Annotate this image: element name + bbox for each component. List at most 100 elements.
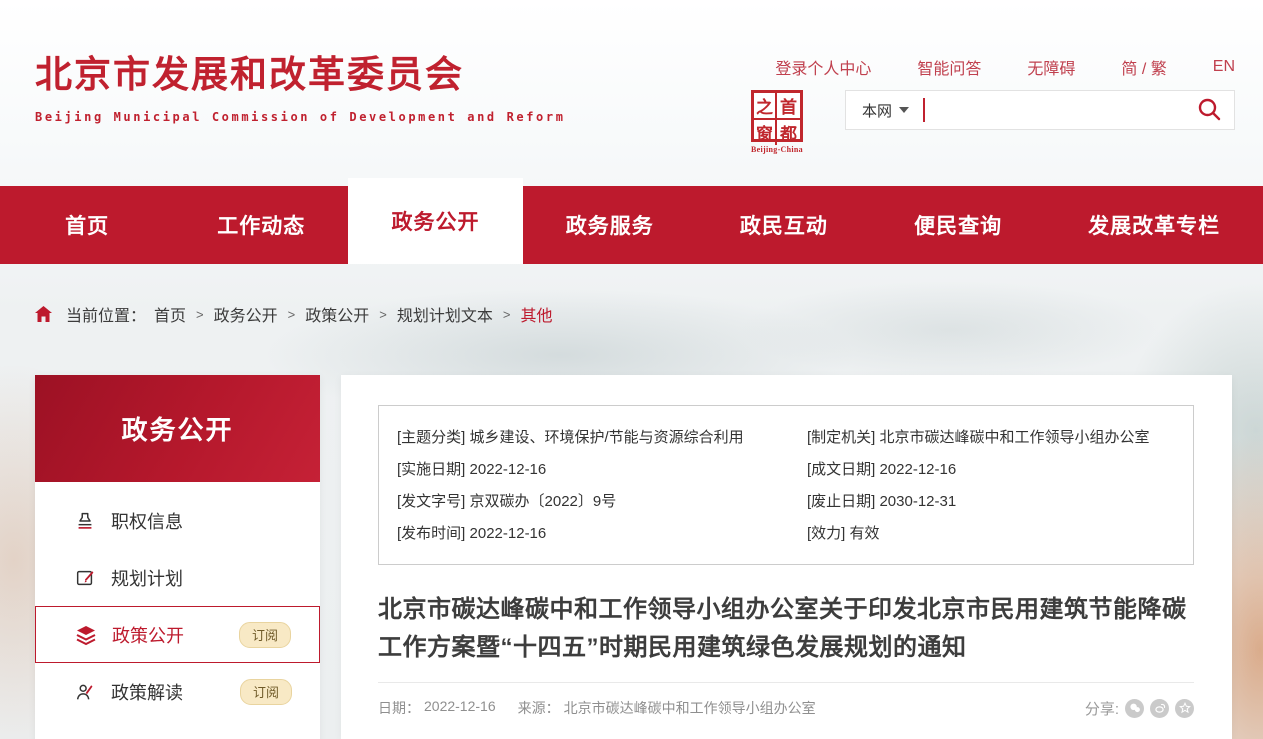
nav-item-reform-special-column[interactable]: 发展改革专栏 bbox=[1045, 186, 1263, 264]
nav-item-work-updates[interactable]: 工作动态 bbox=[174, 186, 348, 264]
meta-implementation-date: [实施日期] 2022-12-16 bbox=[397, 454, 807, 486]
meta-label: [主题分类] bbox=[397, 429, 465, 446]
breadcrumb-home[interactable]: 首页 bbox=[154, 302, 186, 326]
meta-value: 2022-12-16 bbox=[879, 461, 956, 478]
article-title: 北京市碳达峰碳中和工作领导小组办公室关于印发北京市民用建筑节能降碳工作方案暨“十… bbox=[378, 591, 1194, 667]
site-header: 北京市发展和改革委员会 Beijing Municipal Commission… bbox=[0, 0, 1263, 186]
nav-item-government-services[interactable]: 政务服务 bbox=[523, 186, 697, 264]
source-value: 北京市碳达峰碳中和工作领导小组办公室 bbox=[564, 698, 816, 718]
breadcrumb-current-other: 其他 bbox=[520, 302, 552, 326]
site-logo[interactable]: 北京市发展和改革委员会 Beijing Municipal Commission… bbox=[35, 44, 566, 124]
login-personal-center-link[interactable]: 登录个人中心 bbox=[775, 55, 871, 79]
subscribe-button[interactable]: 订阅 bbox=[239, 622, 291, 648]
breadcrumb-separator: > bbox=[501, 307, 513, 322]
article-info-row: 日期： 2022-12-16 来源： 北京市碳达峰碳中和工作领导小组办公室 分享… bbox=[378, 683, 1194, 733]
nav-item-convenience-inquiry[interactable]: 便民查询 bbox=[871, 186, 1045, 264]
sidebar-item-authority-info[interactable]: 职权信息 bbox=[35, 492, 320, 549]
seal-char: 窗 bbox=[754, 120, 777, 145]
meta-label: [效力] bbox=[807, 525, 845, 542]
simplified-traditional-toggle[interactable]: 简 / 繁 bbox=[1121, 55, 1166, 79]
weibo-share-icon[interactable] bbox=[1150, 699, 1169, 718]
sidebar-item-label: 政府信息公开 bbox=[111, 736, 219, 739]
nav-item-government-disclosure[interactable]: 政务公开 bbox=[348, 178, 522, 264]
sidebar-item-planning[interactable]: 规划计划 bbox=[35, 549, 320, 606]
meta-validity: [效力] 有效 bbox=[807, 518, 1193, 550]
meta-label: [发布时间] bbox=[397, 525, 465, 542]
sidebar-menu: 职权信息 规划计划 bbox=[35, 482, 320, 739]
sidebar-item-government-info-disclosure[interactable]: 政府信息公开 bbox=[35, 720, 320, 739]
site-subtitle: Beijing Municipal Commission of Developm… bbox=[35, 110, 566, 124]
meta-value: 2022-12-16 bbox=[470, 461, 547, 478]
article-card: [主题分类] 城乡建设、环境保护/节能与资源综合利用 [制定机关] 北京市碳达峰… bbox=[341, 375, 1232, 739]
search-icon bbox=[1196, 96, 1222, 125]
meta-signed-date: [成文日期] 2022-12-16 bbox=[807, 454, 1193, 486]
seal-char: 首 bbox=[777, 93, 800, 120]
qzone-share-icon[interactable] bbox=[1175, 699, 1194, 718]
layers-icon bbox=[74, 623, 98, 647]
content-area: 政务公开 职权信息 bbox=[0, 375, 1263, 739]
main-nav: 首页 工作动态 政务公开 政务服务 政民互动 便民查询 发展改革专栏 bbox=[0, 186, 1263, 264]
accessibility-link[interactable]: 无障碍 bbox=[1027, 55, 1075, 79]
english-link[interactable]: EN bbox=[1213, 58, 1235, 76]
date-source-info: 日期： 2022-12-16 来源： 北京市碳达峰碳中和工作领导小组办公室 bbox=[378, 698, 816, 718]
sidebar-item-label: 职权信息 bbox=[111, 508, 183, 534]
site-title: 北京市发展和改革委员会 bbox=[35, 44, 566, 98]
meta-document-number: [发文字号] 京双碳办〔2022〕9号 bbox=[397, 486, 807, 518]
document-meta-box: [主题分类] 城乡建设、环境保护/节能与资源综合利用 [制定机关] 北京市碳达峰… bbox=[378, 405, 1194, 565]
meta-value: 城乡建设、环境保护/节能与资源综合利用 bbox=[470, 429, 744, 446]
meta-label: [实施日期] bbox=[397, 461, 465, 478]
breadcrumb-gov-disclosure[interactable]: 政务公开 bbox=[214, 302, 278, 326]
sidebar-item-label: 政策解读 bbox=[111, 679, 183, 705]
meta-value: 北京市碳达峰碳中和工作领导小组办公室 bbox=[879, 429, 1149, 446]
sidebar-item-label: 规划计划 bbox=[111, 565, 183, 591]
wechat-share-icon[interactable] bbox=[1125, 699, 1144, 718]
meta-value: 京双碳办〔2022〕9号 bbox=[470, 493, 617, 510]
breadcrumb-planning-texts[interactable]: 规划计划文本 bbox=[397, 302, 493, 326]
smart-qa-link[interactable]: 智能问答 bbox=[917, 55, 981, 79]
edit-document-icon bbox=[73, 566, 97, 590]
nav-item-home[interactable]: 首页 bbox=[0, 186, 174, 264]
search-scope-label: 本网 bbox=[862, 100, 892, 121]
capital-window-seal: 之 首 窗 都 bbox=[751, 90, 803, 142]
subscribe-button[interactable]: 订阅 bbox=[240, 679, 292, 705]
search-scope-dropdown[interactable]: 本网 bbox=[862, 100, 909, 121]
meta-publish-date: [发布时间] 2022-12-16 bbox=[397, 518, 807, 550]
sidebar-item-label: 政策公开 bbox=[112, 622, 184, 648]
breadcrumb-separator: > bbox=[286, 307, 298, 322]
stamp-icon bbox=[73, 509, 97, 533]
date-label: 日期： bbox=[378, 698, 420, 718]
utility-nav: 登录个人中心 智能问答 无障碍 简 / 繁 EN bbox=[775, 55, 1235, 79]
document-meta-grid: [主题分类] 城乡建设、环境保护/节能与资源综合利用 [制定机关] 北京市碳达峰… bbox=[397, 422, 1193, 550]
meta-repeal-date: [废止日期] 2030-12-31 bbox=[807, 486, 1193, 518]
meta-label: [制定机关] bbox=[807, 429, 875, 446]
sidebar-title: 政务公开 bbox=[35, 375, 320, 482]
home-icon[interactable] bbox=[35, 306, 52, 322]
breadcrumb-separator: > bbox=[194, 307, 206, 322]
capital-window-logo[interactable]: 之 首 窗 都 Beijing-China bbox=[751, 90, 803, 154]
seal-char: 都 bbox=[777, 120, 800, 145]
meta-value: 有效 bbox=[849, 525, 879, 542]
sidebar-item-policy-disclosure[interactable]: 政策公开 订阅 bbox=[35, 606, 320, 663]
person-interpretation-icon bbox=[73, 680, 97, 704]
breadcrumb-prefix: 当前位置： bbox=[66, 302, 146, 326]
sidebar: 政务公开 职权信息 bbox=[35, 375, 320, 739]
sidebar-item-policy-interpretation[interactable]: 政策解读 订阅 bbox=[35, 663, 320, 720]
seal-char: 之 bbox=[754, 93, 777, 120]
breadcrumb-band: 当前位置： 首页 > 政务公开 > 政策公开 > 规划计划文本 > 其他 bbox=[0, 264, 1263, 375]
meta-issuing-authority: [制定机关] 北京市碳达峰碳中和工作领导小组办公室 bbox=[807, 422, 1193, 454]
meta-value: 2022-12-16 bbox=[470, 525, 547, 542]
breadcrumb-policy-disclosure[interactable]: 政策公开 bbox=[305, 302, 369, 326]
search-input[interactable] bbox=[925, 95, 1196, 125]
search-area: 之 首 窗 都 Beijing-China 本网 bbox=[751, 90, 1235, 154]
meta-label: [成文日期] bbox=[807, 461, 875, 478]
page: 北京市发展和改革委员会 Beijing Municipal Commission… bbox=[0, 0, 1263, 739]
search-button[interactable] bbox=[1196, 96, 1222, 125]
meta-subject-category: [主题分类] 城乡建设、环境保护/节能与资源综合利用 bbox=[397, 422, 807, 454]
capital-window-caption: Beijing-China bbox=[751, 145, 803, 154]
meta-value: 2030-12-31 bbox=[879, 493, 956, 510]
date-value: 2022-12-16 bbox=[424, 698, 496, 718]
search-box: 本网 bbox=[845, 90, 1235, 130]
nav-item-public-interaction[interactable]: 政民互动 bbox=[697, 186, 871, 264]
meta-label: [废止日期] bbox=[807, 493, 875, 510]
meta-label: [发文字号] bbox=[397, 493, 465, 510]
